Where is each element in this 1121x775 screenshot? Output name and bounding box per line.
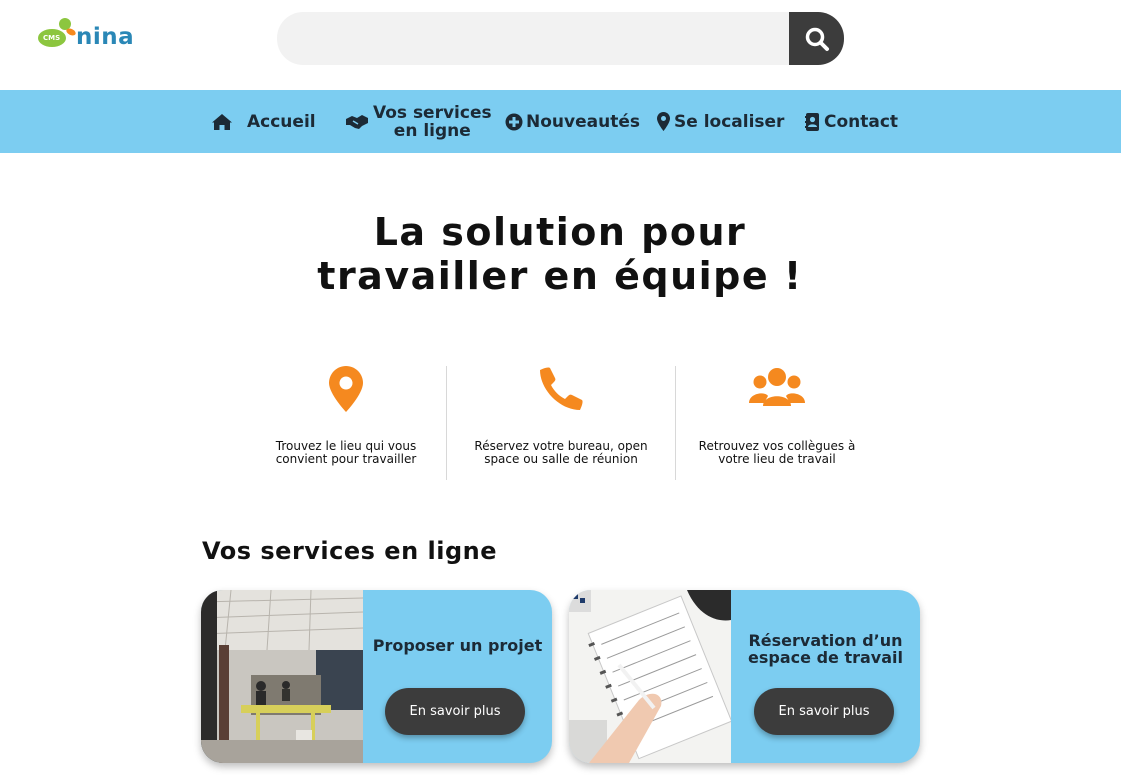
en-savoir-plus-button[interactable]: En savoir plus bbox=[385, 688, 525, 735]
feature-text: Retrouvez vos collègues à votre lieu de … bbox=[698, 439, 856, 466]
map-marker-icon bbox=[657, 112, 670, 131]
users-icon bbox=[749, 368, 805, 406]
home-icon bbox=[211, 113, 233, 131]
nav-label-nouveautes: Nouveautés bbox=[526, 111, 640, 132]
feature-reserver: Réservez votre bureau, open space ou sal… bbox=[447, 366, 675, 480]
feature-text: Réservez votre bureau, open space ou sal… bbox=[474, 439, 648, 466]
nav-label-localiser: Se localiser bbox=[674, 111, 785, 132]
hero-title: La solution pour travailler en équipe ! bbox=[260, 210, 860, 298]
planner-photo bbox=[569, 590, 731, 763]
card-title-line2: espace de travail bbox=[748, 648, 903, 667]
nav-item-nouveautes[interactable]: Nouveautés bbox=[505, 90, 640, 153]
nav-label-accueil: Accueil bbox=[247, 111, 316, 132]
feature-text: Trouvez le lieu qui vous convient pour t… bbox=[275, 439, 417, 466]
search-button[interactable] bbox=[789, 12, 844, 65]
search-icon bbox=[805, 27, 829, 51]
nav-item-accueil[interactable]: Accueil bbox=[211, 90, 316, 153]
services-section-title: Vos services en ligne bbox=[202, 537, 498, 565]
logo[interactable]: CMS nina bbox=[36, 16, 134, 56]
handshake-icon bbox=[345, 113, 369, 131]
header: CMS nina bbox=[0, 0, 1121, 90]
service-card-reservation: Réservation d’un espace de travail En sa… bbox=[569, 590, 920, 763]
office-photo bbox=[201, 590, 363, 763]
card-title: Proposer un projet bbox=[372, 636, 543, 655]
plus-circle-icon bbox=[505, 113, 523, 131]
hero-title-line2: travailler en équipe ! bbox=[317, 254, 803, 298]
nav-item-services[interactable]: Vos services en ligne bbox=[345, 90, 492, 153]
main-nav: Accueil Vos services en ligne Nouveautés bbox=[0, 90, 1121, 153]
search-input[interactable] bbox=[277, 12, 789, 65]
hero-title-line1: La solution pour bbox=[373, 210, 747, 254]
service-card-projet: Proposer un projet En savoir plus bbox=[201, 590, 552, 763]
nav-label-contact: Contact bbox=[824, 111, 899, 132]
nav-item-localiser[interactable]: Se localiser bbox=[657, 90, 784, 153]
map-marker-icon bbox=[329, 366, 363, 412]
feature-localiser: Trouvez le lieu qui vous convient pour t… bbox=[232, 366, 460, 480]
address-book-icon bbox=[805, 112, 820, 131]
nav-label-services: Vos services en ligne bbox=[373, 104, 492, 140]
card-title: Réservation d’un espace de travail bbox=[731, 632, 920, 666]
nav-label-services-line1: Vos services bbox=[373, 102, 492, 123]
phone-icon bbox=[540, 367, 583, 410]
nav-label-services-line2: en ligne bbox=[393, 120, 471, 141]
en-savoir-plus-button[interactable]: En savoir plus bbox=[754, 688, 894, 735]
feature-collegues: Retrouvez vos collègues à votre lieu de … bbox=[663, 366, 891, 480]
nav-item-contact[interactable]: Contact bbox=[805, 90, 898, 153]
search-bar bbox=[277, 12, 844, 65]
logo-small-text: CMS bbox=[43, 34, 61, 42]
logo-text: nina bbox=[76, 24, 135, 50]
